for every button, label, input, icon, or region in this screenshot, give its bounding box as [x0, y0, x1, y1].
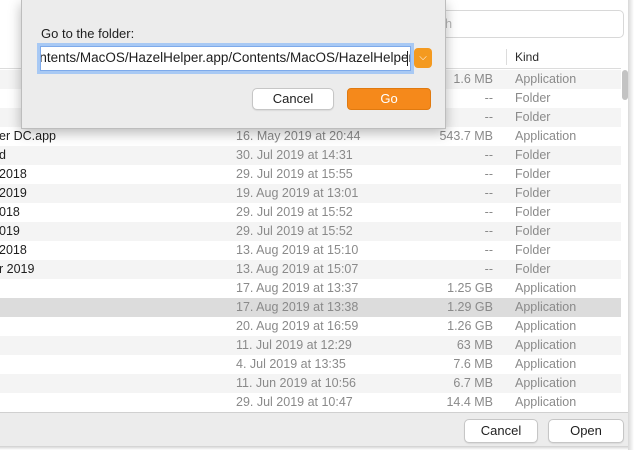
file-size: --: [484, 148, 493, 162]
file-date-modified: 29. Jul 2019 at 15:52: [236, 205, 353, 219]
file-row[interactable]: 4. Jul 2019 at 13:35 7.6 MB Application: [0, 355, 621, 374]
file-kind: Folder: [515, 110, 551, 124]
file-row[interactable]: 17. Aug 2019 at 13:37 1.25 GB Application: [0, 279, 621, 298]
file-kind: Folder: [515, 91, 551, 105]
file-size: 1.6 MB: [453, 72, 493, 86]
file-name: 2018: [0, 243, 27, 257]
go-to-folder-sheet: Go to the folder: Contents/MacOS/HazelHe…: [21, 0, 446, 129]
file-kind: Application: [515, 281, 577, 295]
column-divider[interactable]: [506, 49, 507, 65]
file-size: --: [484, 205, 493, 219]
open-file-window: rch Kind 1.6 MB Application -- Folder -- Fold…: [0, 0, 629, 447]
file-size: --: [484, 110, 493, 124]
file-kind: Application: [515, 357, 577, 371]
file-name: 019: [0, 224, 20, 238]
file-row[interactable]: 2018 13. Aug 2019 at 15:10 -- Folder: [0, 241, 621, 260]
file-row[interactable]: d 30. Jul 2019 at 14:31 -- Folder: [0, 146, 621, 165]
file-date-modified: 16. May 2019 at 20:44: [236, 129, 361, 143]
file-size: 1.25 GB: [447, 281, 493, 295]
file-size: 1.29 GB: [447, 300, 493, 314]
file-row[interactable]: 11. Jul 2019 at 12:29 63 MB Application: [0, 336, 621, 355]
file-kind: Folder: [515, 243, 551, 257]
file-size: 543.7 MB: [439, 129, 493, 143]
file-kind: Folder: [515, 224, 551, 238]
file-size: --: [484, 262, 493, 276]
file-date-modified: 20. Aug 2019 at 16:59: [236, 319, 359, 333]
file-date-modified: 11. Jun 2019 at 10:56: [236, 376, 357, 390]
file-kind: Application: [515, 395, 577, 409]
file-name: 018: [0, 205, 20, 219]
window-shadow: [0, 446, 632, 450]
cancel-button[interactable]: Cancel: [464, 419, 538, 443]
file-kind: Application: [515, 129, 577, 143]
search-field[interactable]: rch: [426, 10, 624, 38]
file-date-modified: 17. Aug 2019 at 13:38: [236, 300, 359, 314]
file-date-modified: 11. Jul 2019 at 12:29: [236, 338, 352, 352]
file-name: r 2019: [0, 262, 35, 276]
file-kind: Application: [515, 319, 577, 333]
bottom-bar: Cancel Open: [0, 412, 628, 446]
file-row[interactable]: 20. Aug 2019 at 16:59 1.26 GB Application: [0, 317, 621, 336]
file-size: --: [484, 243, 493, 257]
file-row[interactable]: 018 29. Jul 2019 at 15:52 -- Folder: [0, 203, 621, 222]
file-size: --: [484, 167, 493, 181]
file-date-modified: 4. Jul 2019 at 13:35: [236, 357, 346, 371]
file-row[interactable]: 019 29. Jul 2019 at 15:52 -- Folder: [0, 222, 621, 241]
file-row[interactable]: er DC.app 16. May 2019 at 20:44 543.7 MB Ap…: [0, 127, 621, 146]
file-kind: Folder: [515, 148, 551, 162]
file-date-modified: 29. Jul 2019 at 15:55: [236, 167, 353, 181]
sheet-cancel-button[interactable]: Cancel: [252, 88, 334, 110]
file-size: --: [484, 224, 493, 238]
column-header-kind[interactable]: Kind: [515, 50, 539, 64]
file-kind: Application: [515, 72, 577, 86]
file-kind: Folder: [515, 186, 551, 200]
file-row[interactable]: 2019 19. Aug 2019 at 13:01 -- Folder: [0, 184, 621, 203]
file-date-modified: 29. Jul 2019 at 15:52: [236, 224, 353, 238]
file-kind: Folder: [515, 262, 551, 276]
file-size: 63 MB: [456, 338, 493, 352]
folder-path-input[interactable]: Contents/MacOS/HazelHelper.app/Contents/…: [40, 46, 411, 71]
open-button[interactable]: Open: [548, 419, 624, 443]
file-row[interactable]: r 2019 13. Aug 2019 at 15:07 -- Folder: [0, 260, 621, 279]
file-name: er DC.app: [0, 129, 56, 143]
file-row[interactable]: 17. Aug 2019 at 13:38 1.29 GB Application: [0, 298, 621, 317]
file-date-modified: 13. Aug 2019 at 15:07: [236, 262, 359, 276]
file-size: --: [484, 186, 493, 200]
file-kind: Folder: [515, 167, 551, 181]
window-shadow: [628, 0, 634, 450]
file-size: 6.7 MB: [453, 376, 493, 390]
file-size: 7.6 MB: [453, 357, 493, 371]
file-name: 2019: [0, 186, 27, 200]
text-caret: [407, 51, 408, 66]
file-size: 1.26 GB: [447, 319, 493, 333]
folder-path-value: Contents/MacOS/HazelHelper.app/Contents/…: [40, 50, 411, 65]
file-kind: Folder: [515, 205, 551, 219]
file-date-modified: 17. Aug 2019 at 13:37: [236, 281, 359, 295]
file-date-modified: 30. Jul 2019 at 14:31: [236, 148, 353, 162]
file-row[interactable]: 11. Jun 2019 at 10:56 6.7 MB Application: [0, 374, 621, 393]
file-name: 2018: [0, 167, 27, 181]
file-size: 14.4 MB: [446, 395, 493, 409]
chevron-down-icon[interactable]: ⌵: [414, 48, 432, 68]
file-name: d: [0, 146, 6, 165]
file-row[interactable]: 2018 29. Jul 2019 at 15:55 -- Folder: [0, 165, 621, 184]
go-button[interactable]: Go: [347, 88, 431, 110]
file-row[interactable]: 29. Jul 2019 at 10:47 14.4 MB Application: [0, 393, 621, 412]
file-date-modified: 29. Jul 2019 at 10:47: [236, 395, 353, 409]
file-date-modified: 19. Aug 2019 at 13:01: [236, 186, 359, 200]
sheet-title: Go to the folder:: [41, 26, 135, 41]
file-date-modified: 13. Aug 2019 at 15:10: [236, 243, 359, 257]
file-kind: Application: [515, 376, 577, 390]
file-kind: Application: [515, 338, 577, 352]
file-kind: Application: [515, 300, 577, 314]
file-size: --: [484, 91, 493, 105]
